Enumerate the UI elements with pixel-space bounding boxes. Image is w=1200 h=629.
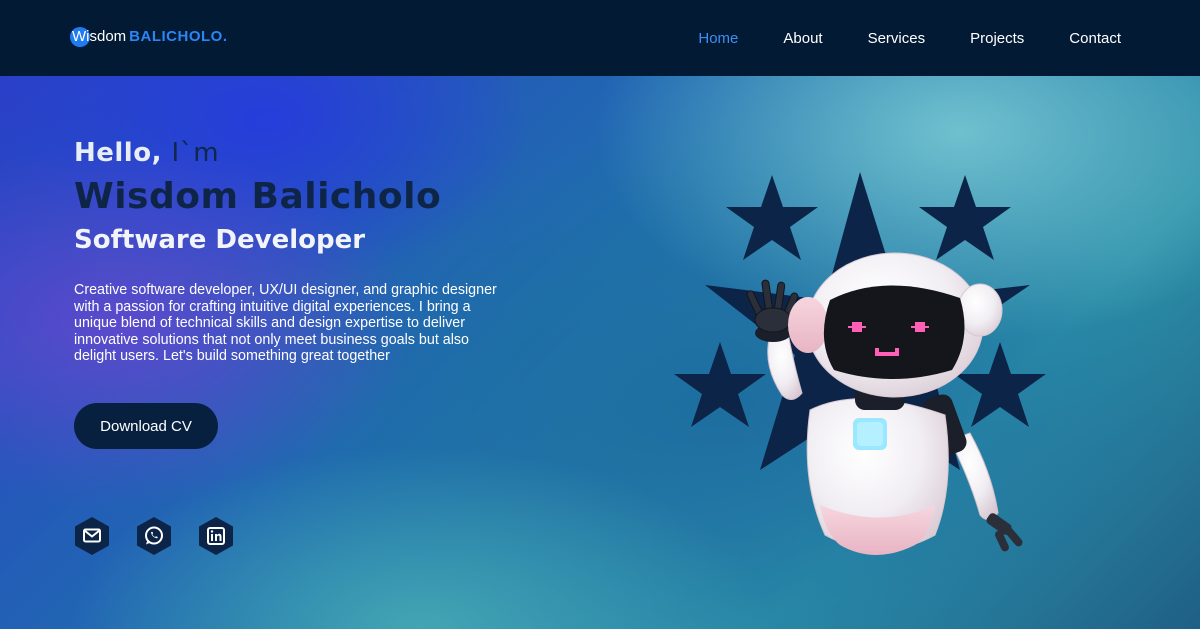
small-star-bottom-left (674, 342, 766, 427)
whatsapp-icon[interactable] (134, 516, 174, 556)
logo-last-name: BALICHOLO. (129, 28, 228, 45)
nav-link-home[interactable]: Home (698, 30, 738, 47)
mail-icon[interactable] (72, 516, 112, 556)
social-links (72, 516, 236, 556)
nav-link-contact[interactable]: Contact (1069, 30, 1121, 47)
linkedin-icon[interactable] (196, 516, 236, 556)
small-star-top-right (919, 175, 1011, 260)
nav-link-about[interactable]: About (783, 30, 822, 47)
greeting-hello: Hello, (74, 138, 162, 168)
hero-name: Wisdom Balicholo (74, 176, 442, 217)
nav-link-services[interactable]: Services (868, 30, 926, 47)
logo[interactable]: Wisdom BALICHOLO. (70, 27, 228, 47)
nav-links: Home About Services Projects Contact (653, 0, 1121, 76)
logo-first-name: Wisdom (72, 28, 127, 45)
robot-illustration (674, 172, 1046, 555)
download-cv-button[interactable]: Download CV (74, 403, 218, 449)
navbar: Wisdom BALICHOLO. Home About Services Pr… (0, 0, 1200, 76)
portfolio-page: Wisdom BALICHOLO. Home About Services Pr… (0, 0, 1200, 629)
hero-description: Creative software developer, UX/UI desig… (74, 282, 497, 365)
greeting-im: I`m (171, 138, 220, 168)
hero-greeting: Hello, I`m (74, 138, 219, 168)
hero-role: Software Developer (74, 225, 366, 255)
small-star-top-left (726, 175, 818, 260)
nav-link-projects[interactable]: Projects (970, 30, 1024, 47)
